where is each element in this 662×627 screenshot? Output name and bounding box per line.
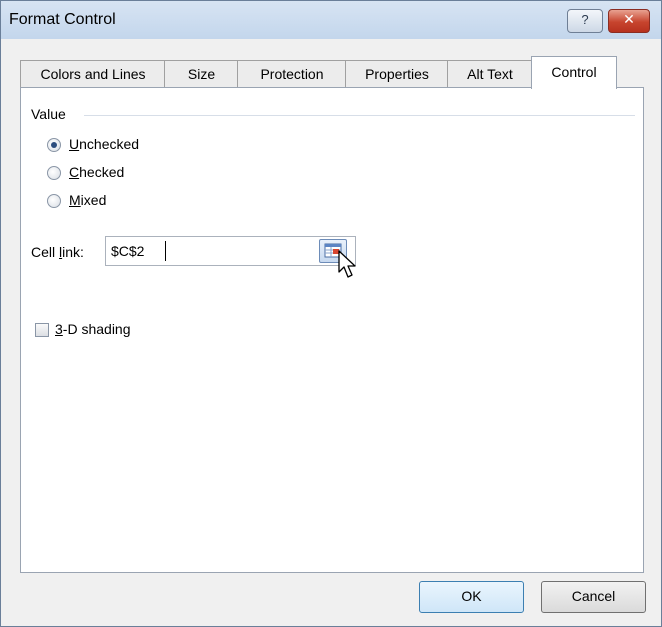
radio-button[interactable]	[47, 166, 61, 180]
format-control-dialog: Format Control ? ✕ Colors and Lines Size…	[0, 0, 662, 627]
cancel-button[interactable]: Cancel	[541, 581, 646, 613]
mouse-pointer-icon	[338, 250, 356, 278]
3d-shading-checkbox[interactable]	[35, 323, 49, 337]
value-group-divider	[84, 115, 635, 116]
text-caret	[165, 241, 166, 261]
tab-properties[interactable]: Properties	[345, 60, 449, 88]
close-icon: ✕	[623, 11, 635, 27]
cell-link-label: Cell link:	[31, 244, 84, 260]
radio-checked-label: Checked	[69, 164, 125, 180]
radio-button[interactable]	[47, 194, 61, 208]
tab-control[interactable]: Control	[531, 56, 617, 89]
control-tab-panel: Value Unchecked Checked Mixed Cell link:…	[20, 87, 644, 573]
radio-mixed-label: Mixed	[69, 192, 107, 208]
close-button[interactable]: ✕	[608, 9, 650, 33]
dialog-title: Format Control	[9, 11, 116, 28]
tab-colors-and-lines[interactable]: Colors and Lines	[20, 60, 166, 88]
3d-shading-label: 3-D shading	[55, 321, 131, 337]
radio-button-selected[interactable]	[47, 138, 61, 152]
tab-protection[interactable]: Protection	[237, 60, 347, 88]
tab-alt-text[interactable]: Alt Text	[447, 60, 533, 88]
cell-link-value: $C$2	[111, 243, 145, 259]
title-bar[interactable]: Format Control ? ✕	[1, 1, 661, 39]
ok-button[interactable]: OK	[419, 581, 524, 613]
radio-unchecked-label: Unchecked	[69, 136, 140, 152]
tab-size[interactable]: Size	[164, 60, 239, 88]
help-button[interactable]: ?	[567, 9, 603, 33]
value-group-label: Value	[31, 106, 66, 122]
help-icon: ?	[581, 12, 589, 27]
